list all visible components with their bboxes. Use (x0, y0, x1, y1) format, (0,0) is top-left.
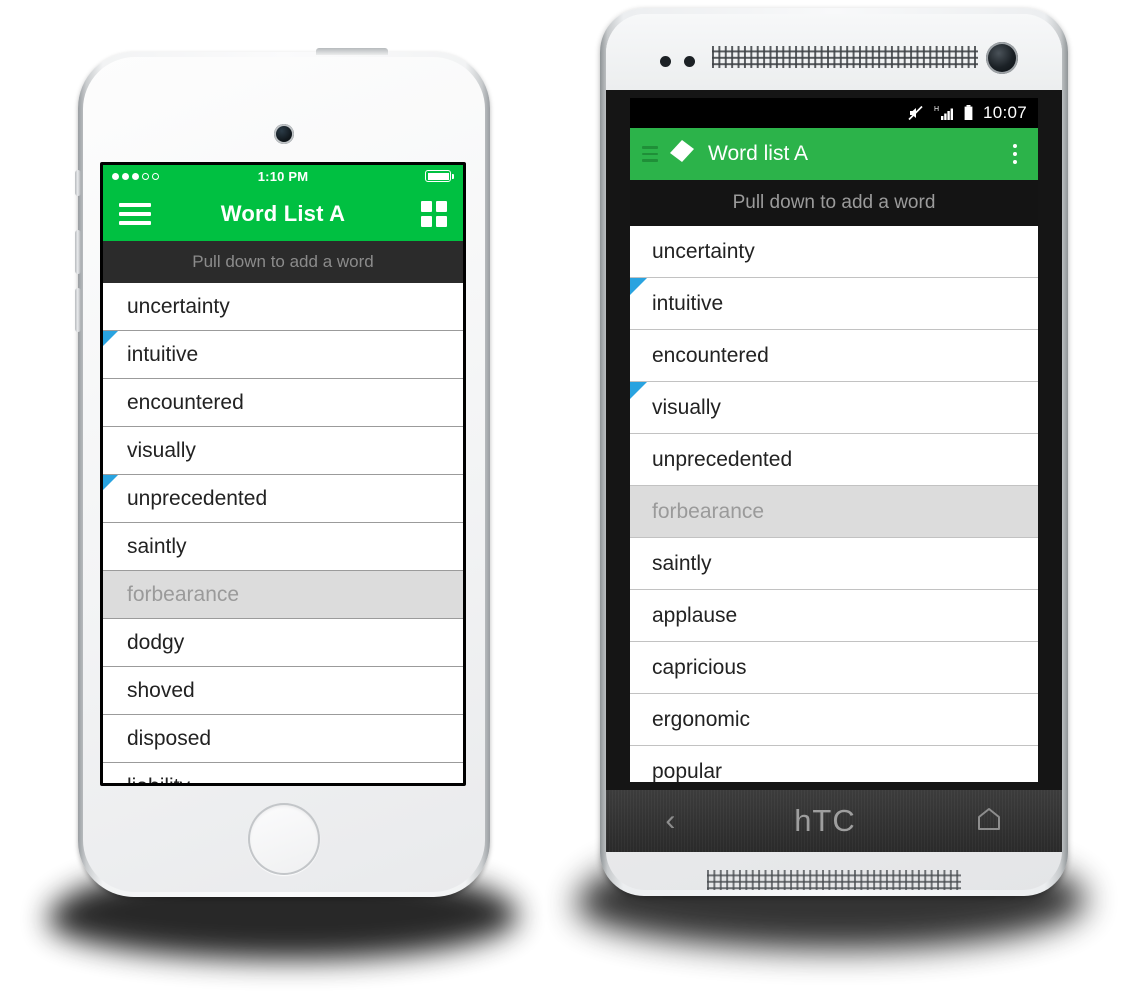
word-label: popular (652, 759, 723, 783)
iphone-device: 1:10 PM Word List A Pull down to add a w… (75, 48, 490, 897)
word-list-item[interactable]: uncertainty (630, 226, 1038, 278)
htc-device: H 10:07 Word list A Pull down to add a w… (600, 8, 1068, 896)
home-button[interactable] (248, 803, 320, 875)
light-sensor-icon (684, 56, 695, 67)
word-label: saintly (652, 551, 712, 575)
word-list-item[interactable]: uncertainty (103, 283, 463, 331)
word-list-item[interactable]: shoved (103, 667, 463, 715)
word-label: encountered (652, 343, 769, 367)
ios-nav-bar: Word List A (103, 187, 463, 241)
word-list-item[interactable]: applause (630, 590, 1038, 642)
word-list-item[interactable]: forbearance (103, 571, 463, 619)
android-action-bar: Word list A (630, 128, 1038, 180)
battery-full-icon (374, 170, 454, 182)
word-label: forbearance (127, 582, 240, 606)
htc-screen: H 10:07 Word list A Pull down to add a w… (630, 98, 1038, 782)
word-list-item[interactable]: dodgy (103, 619, 463, 667)
grid-view-icon[interactable] (415, 201, 447, 227)
word-label: intuitive (127, 342, 199, 366)
signal-dot (122, 172, 129, 180)
word-list-item[interactable]: forbearance (630, 486, 1038, 538)
word-label: forbearance (652, 499, 765, 523)
hamburger-menu-icon[interactable] (642, 146, 658, 162)
android-pull-down-hint: Pull down to add a word (630, 180, 1038, 226)
word-label: shoved (127, 678, 195, 702)
ios-status-time: 1:10 PM (257, 168, 309, 184)
signal-dot (112, 172, 119, 180)
word-label: capricious (652, 655, 747, 679)
favorite-marker-icon (630, 382, 647, 399)
iphone-viewport: 1:10 PM Word List A Pull down to add a w… (103, 165, 463, 783)
word-label: visually (652, 395, 721, 419)
favorite-marker-icon (103, 475, 118, 490)
android-status-time: 10:07 (982, 103, 1027, 122)
word-label: liability (127, 775, 190, 784)
signal-h-icon: H (934, 106, 953, 120)
hamburger-menu-icon[interactable] (119, 203, 151, 225)
volume-down-button[interactable] (75, 288, 81, 332)
word-label: dodgy (127, 630, 185, 654)
word-label: saintly (127, 534, 187, 558)
overflow-menu-icon[interactable] (1004, 144, 1026, 164)
word-label: visually (127, 438, 196, 462)
htc-screen-bezel: H 10:07 Word list A Pull down to add a w… (606, 90, 1062, 790)
battery-icon (964, 105, 973, 120)
word-list-item[interactable]: visually (103, 427, 463, 475)
front-camera-icon (986, 42, 1018, 74)
word-list-item[interactable]: liability (103, 763, 463, 783)
word-list-item[interactable]: intuitive (103, 331, 463, 379)
android-status-bar: H 10:07 (630, 98, 1038, 128)
proximity-sensor-icon (660, 56, 671, 67)
earpiece-speaker-icon (712, 46, 978, 68)
tag-logo-icon (668, 138, 696, 171)
word-list-item[interactable]: unprecedented (630, 434, 1038, 486)
silent-switch[interactable] (75, 170, 81, 196)
htc-nav-bar: ‹ hTC (606, 790, 1062, 852)
ios-pull-down-hint: Pull down to add a word (103, 241, 463, 283)
word-list-item[interactable]: encountered (630, 330, 1038, 382)
word-label: unprecedented (652, 447, 793, 471)
word-label: uncertainty (652, 239, 755, 263)
svg-text:H: H (934, 106, 939, 113)
word-list-item[interactable]: disposed (103, 715, 463, 763)
ios-page-title: Word List A (220, 201, 346, 226)
word-list-item[interactable]: unprecedented (103, 475, 463, 523)
mute-icon (908, 105, 923, 121)
android-page-title: Word list A (708, 142, 808, 165)
word-label: applause (652, 603, 738, 627)
power-button[interactable] (316, 48, 388, 55)
word-label: disposed (127, 726, 212, 750)
ios-status-bar: 1:10 PM (103, 165, 463, 187)
favorite-marker-icon (103, 331, 118, 346)
signal-dot (142, 172, 149, 180)
word-list-item[interactable]: saintly (103, 523, 463, 571)
signal-dot (132, 172, 139, 180)
front-camera-icon (274, 124, 294, 144)
ios-word-list[interactable]: uncertainty intuitive encountered visually u… (103, 283, 463, 783)
bottom-speaker-icon (707, 870, 961, 890)
word-list-item[interactable]: saintly (630, 538, 1038, 590)
home-icon[interactable] (975, 807, 1003, 836)
word-label: encountered (127, 390, 244, 414)
word-list-item[interactable]: popular (630, 746, 1038, 782)
word-list-item[interactable]: ergonomic (630, 694, 1038, 746)
iphone-screen: 1:10 PM Word List A Pull down to add a w… (100, 162, 466, 786)
word-label: uncertainty (127, 294, 230, 318)
signal-strength-dots (112, 172, 192, 180)
android-word-list[interactable]: uncertainty intuitive encountered visually u… (630, 226, 1038, 782)
volume-up-button[interactable] (75, 230, 81, 274)
word-list-item[interactable]: visually (630, 382, 1038, 434)
word-label: ergonomic (652, 707, 751, 731)
word-label: unprecedented (127, 486, 268, 510)
word-label: intuitive (652, 291, 724, 315)
favorite-marker-icon (630, 278, 647, 295)
back-button[interactable]: ‹ (665, 806, 675, 836)
signal-dot (152, 172, 159, 180)
htc-front-face: H 10:07 Word list A Pull down to add a w… (606, 14, 1062, 890)
word-list-item[interactable]: encountered (103, 379, 463, 427)
htc-brand-logo: hTC (794, 803, 856, 838)
word-list-item[interactable]: capricious (630, 642, 1038, 694)
word-list-item[interactable]: intuitive (630, 278, 1038, 330)
